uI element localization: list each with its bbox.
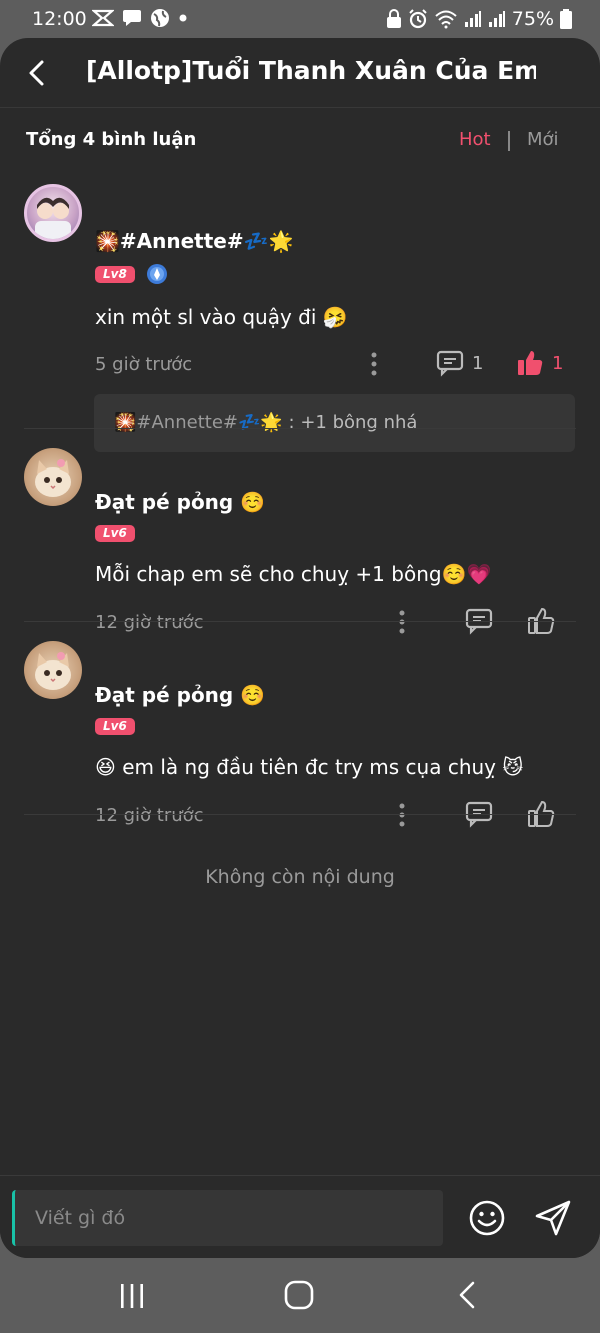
level-badge: Lv8: [95, 266, 135, 283]
avatar[interactable]: [24, 448, 82, 506]
back-arrow-icon[interactable]: [20, 56, 54, 90]
globe-icon: [151, 9, 169, 27]
comment-input[interactable]: [12, 1190, 443, 1246]
verified-badge-icon: [147, 264, 167, 284]
status-bar: 12:00 75%: [0, 0, 600, 38]
comment-item: Đạt pé pỏng ☺️ Lv6 Mỗi chap em sẽ cho ch…: [0, 430, 600, 635]
level-badge: Lv6: [95, 718, 135, 735]
divider: [24, 428, 576, 429]
comment-text: xin một sl vào quậy đi 🤧: [95, 305, 348, 329]
cat-avatar-icon: [35, 459, 71, 497]
comment-item: 🎇#Annette#💤🌟 Lv8 xin một sl vào quậy đi …: [0, 172, 600, 452]
emoji-icon[interactable]: [468, 1199, 506, 1237]
sort-separator: [508, 131, 510, 151]
username[interactable]: 🎇#Annette#💤🌟: [95, 229, 293, 253]
avatar[interactable]: [24, 641, 82, 699]
comment-time: 5 giờ trước: [95, 354, 193, 375]
system-nav-bar: [0, 1258, 600, 1333]
send-icon[interactable]: [534, 1199, 572, 1237]
like-count: 1: [552, 353, 564, 374]
wifi-icon: [435, 10, 457, 29]
reply-count: 1: [472, 353, 484, 374]
level-badge: Lv6: [95, 525, 135, 542]
battery-icon: [560, 9, 572, 29]
more-options-icon[interactable]: [398, 802, 406, 828]
avatar-image-icon: [35, 197, 71, 239]
message-icon: [123, 10, 141, 26]
avatar[interactable]: [24, 184, 82, 242]
sort-new-tab[interactable]: Mới: [527, 129, 559, 150]
divider: [24, 814, 576, 815]
recent-apps-icon[interactable]: [118, 1282, 146, 1310]
comment-text: 😆 em là ng đầu tiên đc try ms cụa chuỵ 😼: [95, 755, 524, 779]
battery-percent: 75%: [511, 8, 554, 30]
dot-icon: [179, 14, 187, 22]
comments-screen: [Allotp]Tuổi Thanh Xuân Của Em... Tổng 4…: [0, 38, 600, 1258]
comment-text: Mỗi chap em sẽ cho chuỵ +1 bông☺️💗: [95, 562, 492, 586]
username[interactable]: Đạt pé pỏng ☺️: [95, 683, 265, 707]
comment-time: 12 giờ trước: [95, 805, 204, 826]
signal-icon: [464, 11, 481, 27]
username[interactable]: Đạt pé pỏng ☺️: [95, 490, 265, 514]
header: [Allotp]Tuổi Thanh Xuân Của Em...: [0, 38, 600, 108]
status-time: 12:00: [32, 8, 87, 30]
lock-icon: [386, 9, 401, 28]
signal-icon: [488, 11, 505, 27]
status-right: 75%: [386, 8, 572, 30]
page-title: [Allotp]Tuổi Thanh Xuân Của Em...: [86, 56, 536, 85]
reply-icon[interactable]: [436, 349, 464, 377]
sort-bar: Tổng 4 bình luận Hot Mới: [0, 108, 600, 172]
thumbs-up-filled-icon[interactable]: [516, 349, 544, 377]
comment-composer: [0, 1175, 600, 1258]
alarm-icon: [409, 9, 427, 29]
cat-avatar-icon: [35, 652, 71, 690]
divider: [24, 621, 576, 622]
status-left-icons: [92, 8, 188, 28]
end-of-content-message: Không còn nội dung: [205, 866, 395, 888]
comment-item: Đạt pé pỏng ☺️ Lv6 😆 em là ng đầu tiên đ…: [0, 623, 600, 828]
capcut-icon: [92, 9, 114, 27]
home-icon[interactable]: [284, 1280, 314, 1310]
more-options-icon[interactable]: [370, 351, 378, 377]
comment-total-label: Tổng 4 bình luận: [26, 129, 197, 150]
system-back-icon[interactable]: [456, 1280, 478, 1310]
sort-hot-tab[interactable]: Hot: [459, 129, 491, 150]
